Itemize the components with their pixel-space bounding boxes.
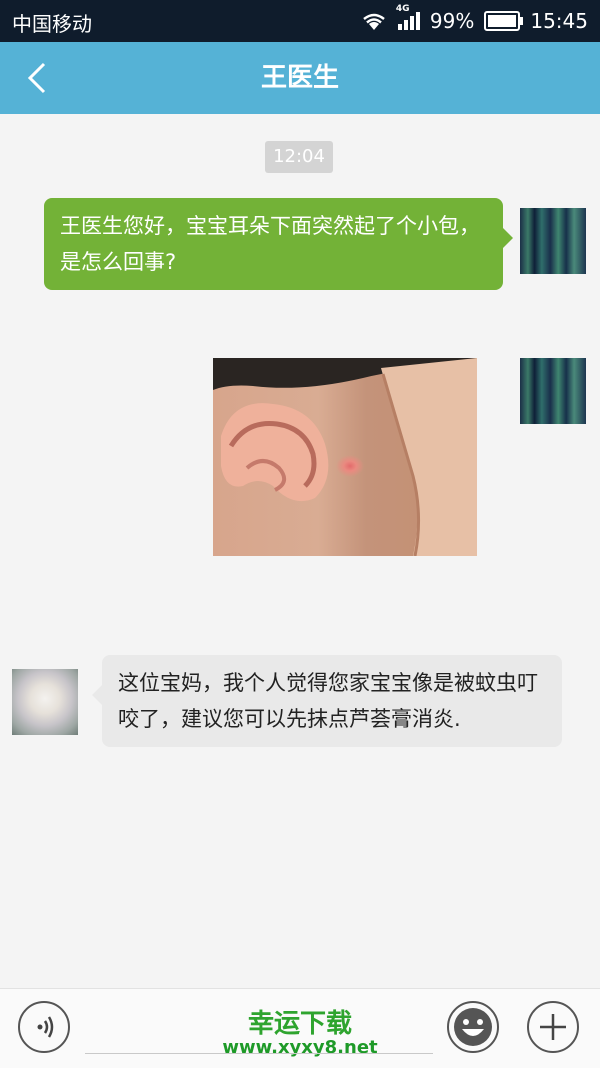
wifi-icon (363, 13, 385, 30)
battery-icon (484, 11, 524, 31)
carrier-label: 中国移动 (12, 12, 92, 36)
signal-icon: 4G (396, 4, 420, 30)
message-timestamp: 12:04 (265, 141, 333, 173)
more-button[interactable] (527, 1001, 579, 1053)
message-input[interactable] (85, 1053, 433, 1054)
doctor-avatar[interactable] (12, 669, 78, 735)
plus-icon (540, 1014, 566, 1040)
ear-photo-illustration (213, 358, 477, 556)
input-bar: 幸运下载 www.xyxy8.net (0, 988, 600, 1068)
smiley-icon (454, 1008, 492, 1046)
status-bar: 中国移动 4G 99% 15:45 (0, 0, 600, 42)
voice-button[interactable] (18, 1001, 70, 1053)
voice-icon (37, 1016, 54, 1038)
watermark-title: 幸运下载 (247, 1009, 352, 1039)
image-message[interactable] (213, 358, 477, 556)
self-avatar[interactable] (520, 358, 586, 424)
outgoing-message[interactable]: 王医生您好，宝宝耳朵下面突然起了个小包，是怎么回事? (44, 198, 513, 290)
emoji-button[interactable] (447, 1001, 499, 1053)
network-type-label: 4G (395, 4, 410, 14)
self-avatar[interactable] (520, 208, 586, 274)
status-icons: 4G 99% 15:45 (360, 4, 588, 34)
watermark-url: www.xyxy8.net (222, 1037, 378, 1058)
clock: 15:45 (530, 9, 588, 33)
battery-percent: 99% (429, 9, 475, 33)
title-bar: 王医生 (0, 42, 600, 114)
incoming-message[interactable]: 这位宝妈，我个人觉得您家宝宝像是被蚊虫叮咬了，建议您可以先抹点芦荟膏消炎. (92, 655, 562, 747)
page-title: 王医生 (260, 63, 339, 93)
